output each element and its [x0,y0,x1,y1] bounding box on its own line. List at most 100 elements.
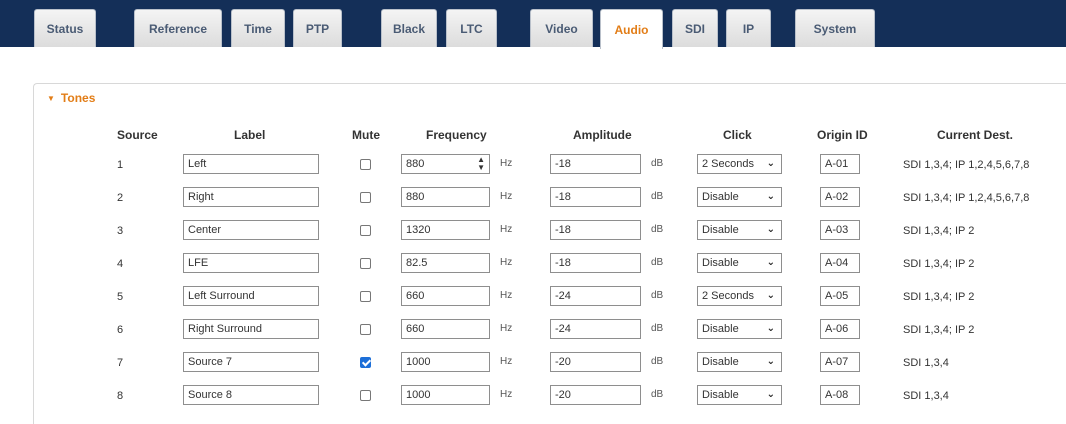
section-title: Tones [60,91,96,105]
mute-checkbox[interactable] [360,291,371,302]
db-unit: dB [651,224,664,235]
click-select[interactable]: Disable ⌄ [697,352,782,372]
amplitude-input[interactable] [550,385,641,405]
chevron-down-icon: ⌄ [766,224,775,235]
table-row: 7 1000 Hz dB Disable ⌄ SDI 1,3,4 [0,349,1066,377]
tab-video[interactable]: Video [530,9,593,47]
tab-time[interactable]: Time [231,9,285,47]
tab-reference[interactable]: Reference [134,9,222,47]
current-dest: SDI 1,3,4; IP 2 [903,258,975,270]
table-row: 4 82.5 Hz dB Disable ⌄ SDI 1,3,4; IP 2 [0,250,1066,278]
label-input[interactable] [183,319,319,339]
click-value: Disable [702,257,739,269]
frequency-value: 660 [406,323,425,335]
current-dest: SDI 1,3,4; IP 2 [903,324,975,336]
source-number: 1 [117,159,124,171]
click-select[interactable]: 2 Seconds ⌄ [697,286,782,306]
click-value: Disable [702,191,739,203]
click-value: Disable [702,224,739,236]
amplitude-input[interactable] [550,319,641,339]
origin-id-input[interactable] [820,385,860,405]
click-value: Disable [702,389,739,401]
current-dest: SDI 1,3,4; IP 2 [903,225,975,237]
label-input[interactable] [183,154,319,174]
table-row: 2 880 Hz dB Disable ⌄ SDI 1,3,4; IP 1,2,4,5,6,… [0,184,1066,212]
frequency-stepper[interactable]: 1000 [401,352,490,372]
tones-section-toggle[interactable]: ▼ Tones [47,91,95,105]
header-source: Source [117,128,158,142]
spin-arrows-icon[interactable]: ▲ ▼ [477,156,485,172]
amplitude-input[interactable] [550,154,641,174]
db-unit: dB [651,257,664,268]
frequency-stepper[interactable]: 1320 [401,220,490,240]
db-unit: dB [651,158,664,169]
origin-id-input[interactable] [820,319,860,339]
header-amplitude: Amplitude [573,128,632,142]
label-input[interactable] [183,187,319,207]
current-dest: SDI 1,3,4; IP 1,2,4,5,6,7,8 [903,192,1030,204]
header-frequency: Frequency [426,128,487,142]
hz-unit: Hz [500,257,513,268]
frequency-value: 1320 [406,224,431,236]
tab-system[interactable]: System [795,9,875,47]
tab-black[interactable]: Black [381,9,437,47]
chevron-down-icon: ⌄ [766,389,775,400]
header-current-dest: Current Dest. [937,128,1014,142]
label-input[interactable] [183,220,319,240]
click-select[interactable]: Disable ⌄ [697,319,782,339]
top-tab-bar: Status Reference Time PTP Black LTC Vide… [0,0,1066,49]
hz-unit: Hz [500,224,513,235]
tab-sdi[interactable]: SDI [672,9,718,47]
tab-ltc[interactable]: LTC [446,9,497,47]
tab-status[interactable]: Status [34,9,96,47]
mute-checkbox[interactable] [360,258,371,269]
amplitude-input[interactable] [550,352,641,372]
frequency-stepper[interactable]: 880 ▲ ▼ [401,154,490,174]
amplitude-input[interactable] [550,220,641,240]
db-unit: dB [651,290,664,301]
table-row: 6 660 Hz dB Disable ⌄ SDI 1,3,4; IP 2 [0,316,1066,344]
frequency-stepper[interactable]: 660 [401,319,490,339]
origin-id-input[interactable] [820,352,860,372]
amplitude-input[interactable] [550,286,641,306]
origin-id-input[interactable] [820,253,860,273]
frequency-stepper[interactable]: 660 [401,286,490,306]
origin-id-input[interactable] [820,220,860,240]
mute-checkbox[interactable] [360,324,371,335]
click-select[interactable]: Disable ⌄ [697,385,782,405]
click-select[interactable]: 2 Seconds ⌄ [697,154,782,174]
click-value: Disable [702,356,739,368]
click-value: 2 Seconds [702,290,754,302]
source-number: 5 [117,291,124,303]
tab-audio[interactable]: Audio [600,9,663,49]
hz-unit: Hz [500,323,513,334]
origin-id-input[interactable] [820,187,860,207]
table-row: 8 1000 Hz dB Disable ⌄ SDI 1,3,4 [0,382,1066,410]
click-select[interactable]: Disable ⌄ [697,220,782,240]
mute-checkbox[interactable] [360,225,371,236]
click-select[interactable]: Disable ⌄ [697,253,782,273]
frequency-stepper[interactable]: 1000 [401,385,490,405]
mute-checkbox[interactable] [360,390,371,401]
table-row: 3 1320 Hz dB Disable ⌄ SDI 1,3,4; IP 2 [0,217,1066,245]
label-input[interactable] [183,253,319,273]
tab-ip[interactable]: IP [726,9,771,47]
origin-id-input[interactable] [820,154,860,174]
header-label: Label [234,128,266,142]
hz-unit: Hz [500,158,513,169]
amplitude-input[interactable] [550,187,641,207]
chevron-down-icon: ⌄ [766,191,775,202]
origin-id-input[interactable] [820,286,860,306]
mute-checkbox[interactable] [360,192,371,203]
label-input[interactable] [183,352,319,372]
click-select[interactable]: Disable ⌄ [697,187,782,207]
mute-checkbox[interactable] [360,159,371,170]
chevron-down-icon: ⌄ [766,323,775,334]
tab-ptp[interactable]: PTP [293,9,342,47]
amplitude-input[interactable] [550,253,641,273]
label-input[interactable] [183,385,319,405]
frequency-stepper[interactable]: 880 [401,187,490,207]
label-input[interactable] [183,286,319,306]
mute-checkbox[interactable] [360,357,371,368]
frequency-stepper[interactable]: 82.5 [401,253,490,273]
